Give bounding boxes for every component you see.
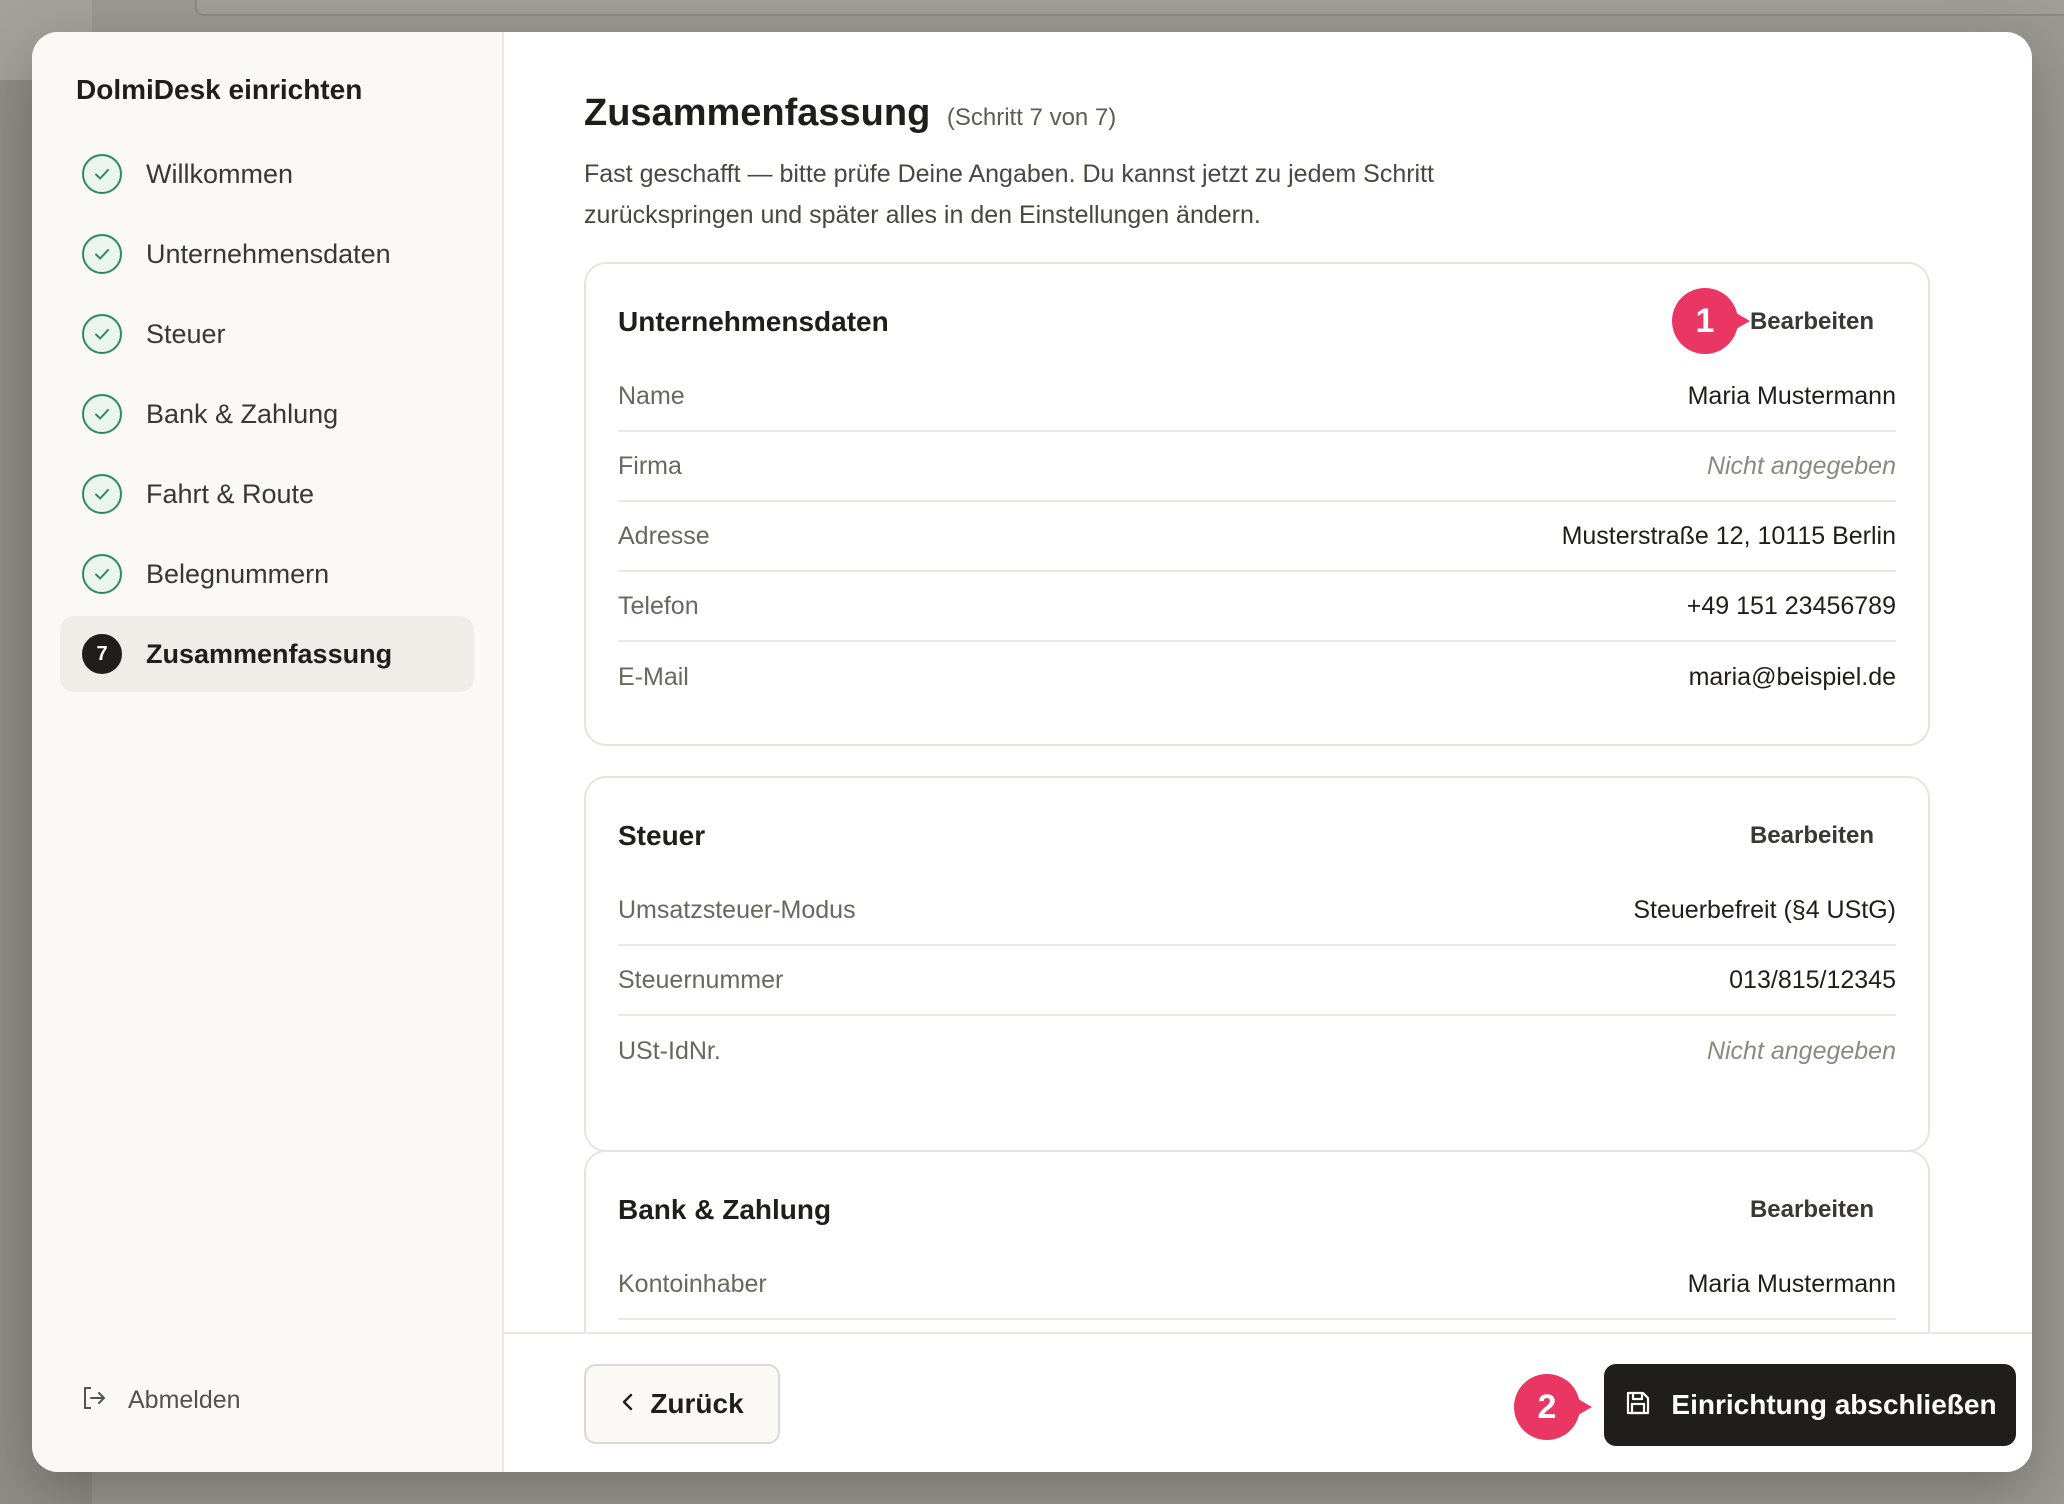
wizard-title: DolmiDesk einrichten	[76, 74, 363, 105]
save-icon	[1623, 1388, 1653, 1423]
step-label: Fahrt & Route	[146, 478, 315, 509]
row-key: USt-IdNr.	[618, 1036, 721, 1065]
logout-icon	[80, 1384, 108, 1417]
row-value: 013/815/12345	[1729, 965, 1896, 994]
check-icon	[82, 314, 122, 354]
logout-label: Abmelden	[128, 1386, 241, 1414]
step-number-badge: 7	[82, 634, 122, 674]
annotation-marker-1: 1	[1672, 288, 1750, 354]
annotation-marker-2: 2	[1514, 1374, 1592, 1440]
check-icon	[82, 554, 122, 594]
edit-button-unternehmensdaten[interactable]: Bearbeiten	[1750, 302, 1874, 342]
row-key: Firma	[618, 451, 682, 480]
row-key: E-Mail	[618, 662, 689, 691]
row-key: Steuernummer	[618, 965, 784, 994]
summary-row: E-Mail maria@beispiel.de	[618, 642, 1896, 712]
wizard-sidebar: DolmiDesk einrichten Willkommen Unterneh…	[32, 32, 504, 1472]
summary-row: Firma Nicht angegeben	[618, 432, 1896, 502]
row-value: Maria Mustermann	[1687, 1269, 1896, 1298]
card-rows: Kontoinhaber Maria Mustermann	[618, 1270, 1896, 1320]
row-value: Nicht angegeben	[1706, 451, 1896, 480]
step-willkommen[interactable]: Willkommen	[60, 136, 474, 212]
card-rows: Name Maria Mustermann Firma Nicht angegebe…	[618, 382, 1896, 712]
step-belegnummern[interactable]: Belegnummern	[60, 536, 474, 612]
summary-scroll-area[interactable]: Zusammenfassung (Schritt 7 von 7) Fast g…	[504, 32, 2032, 1332]
summary-row: Telefon +49 151 23456789	[618, 572, 1896, 642]
step-label: Unternehmensdaten	[146, 238, 391, 269]
row-value: Steuerbefreit (§4 UStG)	[1633, 895, 1896, 924]
card-title: Unternehmensdaten	[618, 306, 889, 337]
row-value: Musterstraße 12, 10115 Berlin	[1561, 521, 1896, 550]
setup-wizard-dialog: DolmiDesk einrichten Willkommen Unterneh…	[32, 32, 2032, 1472]
step-unternehmensdaten[interactable]: Unternehmensdaten	[60, 216, 474, 292]
step-label: Belegnummern	[146, 558, 330, 589]
chevron-left-icon	[620, 1391, 636, 1418]
wizard-footer: Zurück 2 Einrichtung abschließen	[504, 1332, 2032, 1472]
row-key: Adresse	[618, 521, 710, 550]
row-value: Maria Mustermann	[1687, 381, 1896, 410]
summary-row: Steuernummer 013/815/12345	[618, 946, 1896, 1016]
check-icon	[82, 474, 122, 514]
step-zusammenfassung[interactable]: 7 Zusammenfassung	[60, 616, 474, 692]
step-label: Steuer	[146, 318, 226, 349]
page-title-text: Zusammenfassung	[584, 92, 931, 134]
card-title: Bank & Zahlung	[618, 1194, 832, 1225]
summary-row: USt-IdNr. Nicht angegeben	[618, 1016, 1896, 1086]
step-list: Willkommen Unternehmensdaten Steuer Bank…	[60, 136, 474, 696]
step-bank-zahlung[interactable]: Bank & Zahlung	[60, 376, 474, 452]
step-steuer[interactable]: Steuer	[60, 296, 474, 372]
check-icon	[82, 234, 122, 274]
step-label: Willkommen	[146, 158, 294, 189]
back-button-label: Zurück	[650, 1388, 744, 1419]
page-title: Zusammenfassung (Schritt 7 von 7)	[584, 92, 1116, 135]
finish-button-label: Einrichtung abschließen	[1671, 1389, 1997, 1420]
back-button[interactable]: Zurück	[584, 1364, 780, 1444]
intro-text: Fast geschafft — bitte prüfe Deine Angab…	[584, 160, 1434, 229]
summary-row: Kontoinhaber Maria Mustermann	[618, 1250, 1896, 1320]
section-card-steuer: Steuer Bearbeiten Umsatzsteuer-Modus Steu…	[584, 776, 1930, 1152]
card-rows: Umsatzsteuer-Modus Steuerbefreit (§4 UStG…	[618, 896, 1896, 1086]
wizard-main: Zusammenfassung (Schritt 7 von 7) Fast g…	[504, 32, 2032, 1472]
row-key: Name	[618, 381, 685, 410]
summary-row: Adresse Musterstraße 12, 10115 Berlin	[618, 502, 1896, 572]
step-indicator: (Schritt 7 von 7)	[946, 104, 1117, 131]
background-topbar	[195, 0, 2064, 16]
row-value: Nicht angegeben	[1706, 1036, 1896, 1065]
edit-button-bank-zahlung[interactable]: Bearbeiten	[1750, 1190, 1874, 1230]
row-key: Umsatzsteuer-Modus	[618, 895, 856, 924]
finish-setup-button[interactable]: Einrichtung abschließen	[1604, 1364, 2016, 1446]
check-icon	[82, 394, 122, 434]
row-value: +49 151 23456789	[1686, 591, 1896, 620]
step-fahrt-route[interactable]: Fahrt & Route	[60, 456, 474, 532]
card-title: Steuer	[618, 820, 706, 851]
section-card-bank-zahlung: Bank & Zahlung Bearbeiten Kontoinhaber Ma…	[584, 1150, 1930, 1332]
step-label: Bank & Zahlung	[146, 398, 339, 429]
summary-row: Name Maria Mustermann	[618, 362, 1896, 432]
logout-button[interactable]: Abmelden	[80, 1384, 241, 1417]
summary-row: Umsatzsteuer-Modus Steuerbefreit (§4 UStG…	[618, 876, 1896, 946]
step-label: Zusammenfassung	[146, 638, 393, 669]
row-value: maria@beispiel.de	[1688, 662, 1896, 691]
row-key: Kontoinhaber	[618, 1269, 767, 1298]
row-key: Telefon	[618, 591, 699, 620]
check-icon	[82, 154, 122, 194]
edit-button-steuer[interactable]: Bearbeiten	[1750, 816, 1874, 856]
